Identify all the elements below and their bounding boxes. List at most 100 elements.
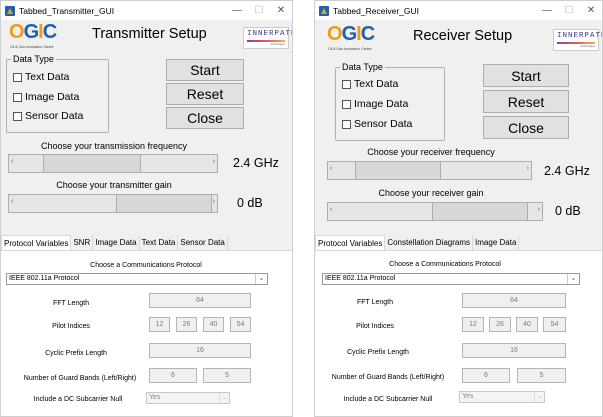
image-data-checkbox[interactable]: Image Data <box>13 91 79 103</box>
maximize-button[interactable]: ☐ <box>558 1 580 20</box>
title-bar: Tabbed_Receiver_GUI — ☐ ✕ <box>315 1 602 20</box>
guard-band-right-field[interactable]: 5 <box>203 368 251 383</box>
pilot-indices-label: Pilot Indices <box>52 323 90 330</box>
sensor-data-checkbox[interactable]: Sensor Data <box>342 118 412 130</box>
cyclic-prefix-field[interactable]: 16 <box>462 343 566 358</box>
slider-thumb[interactable] <box>432 203 528 220</box>
guard-bands-label: Number of Guard Bands (Left/Right) <box>331 374 445 381</box>
slider-left-arrow-icon[interactable]: ‹ <box>11 158 13 165</box>
close-button[interactable]: Close <box>483 116 569 139</box>
reset-button[interactable]: Reset <box>166 83 244 105</box>
maximize-button[interactable]: ☐ <box>248 1 270 20</box>
fft-length-field[interactable]: 64 <box>149 293 251 308</box>
tab-snr[interactable]: SNR <box>71 235 94 250</box>
pilot-indices-label: Pilot Indices <box>356 323 394 330</box>
tab-image-data[interactable]: Image Data <box>473 235 520 250</box>
fft-length-field[interactable]: 64 <box>462 293 566 308</box>
protocol-dropdown[interactable]: IEEE 802.11a Protocol ⌄ <box>322 273 580 285</box>
tab-image-data[interactable]: Image Data <box>93 235 140 250</box>
frequency-value: 2.4 GHz <box>544 164 590 178</box>
pilot-index-field[interactable]: 26 <box>489 317 511 332</box>
fft-length-label: FFT Length <box>356 299 394 306</box>
start-button[interactable]: Start <box>166 59 244 81</box>
protocol-choose-label: Choose a Communications Protocol <box>389 261 501 268</box>
checkbox-icon <box>13 92 22 102</box>
frequency-slider[interactable]: ‹ › <box>327 161 532 180</box>
gain-label: Choose your transmitter gain <box>56 180 172 190</box>
tab-bar: Protocol Variables Constellation Diagram… <box>315 235 602 251</box>
protocol-panel: Choose a Communications Protocol IEEE 80… <box>1 251 292 416</box>
slider-right-arrow-icon[interactable]: › <box>538 206 540 213</box>
image-data-checkbox[interactable]: Image Data <box>342 98 408 110</box>
innerpath-logo: INNERPATH Technologies <box>243 27 292 49</box>
cyclic-prefix-field[interactable]: 16 <box>149 343 251 358</box>
slider-right-arrow-icon[interactable]: › <box>527 165 529 172</box>
ogic-logo: OGIC <box>9 21 57 43</box>
pilot-index-field[interactable]: 12 <box>149 317 170 332</box>
gain-slider[interactable]: ‹ › <box>327 202 543 221</box>
sensor-data-checkbox[interactable]: Sensor Data <box>13 110 83 122</box>
start-button[interactable]: Start <box>483 64 569 87</box>
protocol-panel: Choose a Communications Protocol IEEE 80… <box>315 251 602 416</box>
checkbox-icon <box>13 72 22 82</box>
pilot-index-field[interactable]: 54 <box>543 317 566 332</box>
frequency-slider[interactable]: ‹ › <box>8 154 218 173</box>
close-window-button[interactable]: ✕ <box>270 1 292 20</box>
transmitter-window: Tabbed_Transmitter_GUI — ☐ ✕ OGIC Oil & … <box>0 0 293 417</box>
gain-label: Choose your receiver gain <box>378 188 484 198</box>
cyclic-prefix-label: Cyclic Prefix Length <box>45 350 107 357</box>
guard-bands-label: Number of Guard Bands (Left/Right) <box>23 375 137 382</box>
pilot-index-field[interactable]: 12 <box>462 317 484 332</box>
chevron-down-icon: ⌄ <box>255 274 267 284</box>
guard-band-left-field[interactable]: 6 <box>149 368 197 383</box>
pilot-index-field[interactable]: 40 <box>203 317 224 332</box>
dc-null-label: Include a DC Subcarrier Null <box>33 396 123 403</box>
gain-slider[interactable]: ‹ › <box>8 194 218 213</box>
reset-button[interactable]: Reset <box>483 90 569 113</box>
checkbox-icon <box>13 111 22 121</box>
chevron-down-icon: ⌄ <box>534 392 544 402</box>
data-type-group: Data Type Text Data Image Data Sensor Da… <box>335 62 445 141</box>
frequency-label: Choose your receiver frequency <box>367 147 495 157</box>
close-button[interactable]: Close <box>166 107 244 129</box>
innerpath-logo: INNERPATH Technologies <box>553 29 602 51</box>
pilot-index-field[interactable]: 54 <box>230 317 251 332</box>
text-data-checkbox[interactable]: Text Data <box>342 78 398 90</box>
slider-thumb[interactable] <box>116 195 212 212</box>
slider-thumb[interactable] <box>43 155 141 172</box>
fft-length-label: FFT Length <box>52 300 90 307</box>
close-window-button[interactable]: ✕ <box>580 1 602 20</box>
frequency-label: Choose your transmission frequency <box>40 141 188 151</box>
pilot-index-field[interactable]: 26 <box>176 317 197 332</box>
dc-null-dropdown[interactable]: Yes ⌄ <box>459 391 545 403</box>
tab-text-data[interactable]: Text Data <box>140 235 179 250</box>
window-title: Tabbed_Transmitter_GUI <box>19 5 115 16</box>
protocol-dropdown[interactable]: IEEE 802.11a Protocol ⌄ <box>6 273 268 285</box>
guard-band-left-field[interactable]: 6 <box>462 368 510 383</box>
minimize-button[interactable]: — <box>226 1 248 20</box>
matlab-figure-icon <box>319 5 329 16</box>
dc-null-label: Include a DC Subcarrier Null <box>343 396 433 403</box>
slider-left-arrow-icon[interactable]: ‹ <box>11 198 13 205</box>
tab-sensor-data[interactable]: Sensor Data <box>178 235 228 250</box>
slider-left-arrow-icon[interactable]: ‹ <box>330 206 332 213</box>
frequency-value: 2.4 GHz <box>233 156 279 170</box>
text-data-checkbox[interactable]: Text Data <box>13 71 69 83</box>
minimize-button[interactable]: — <box>536 1 558 20</box>
checkbox-icon <box>342 99 351 109</box>
dc-null-dropdown[interactable]: Yes ⌄ <box>146 392 230 404</box>
title-bar: Tabbed_Transmitter_GUI — ☐ ✕ <box>1 1 292 20</box>
guard-band-right-field[interactable]: 5 <box>517 368 566 383</box>
chevron-down-icon: ⌄ <box>219 393 229 403</box>
pilot-index-field[interactable]: 40 <box>516 317 538 332</box>
slider-right-arrow-icon[interactable]: › <box>213 158 215 165</box>
tab-constellation-diagrams[interactable]: Constellation Diagrams <box>385 235 474 250</box>
slider-thumb[interactable] <box>355 162 441 179</box>
ogic-logo: OGIC <box>327 23 375 45</box>
slider-left-arrow-icon[interactable]: ‹ <box>330 165 332 172</box>
slider-right-arrow-icon[interactable]: › <box>213 198 215 205</box>
data-type-legend: Data Type <box>340 62 385 72</box>
page-title: Receiver Setup <box>413 28 513 44</box>
tab-protocol-variables[interactable]: Protocol Variables <box>1 235 72 250</box>
tab-protocol-variables[interactable]: Protocol Variables <box>315 235 386 250</box>
